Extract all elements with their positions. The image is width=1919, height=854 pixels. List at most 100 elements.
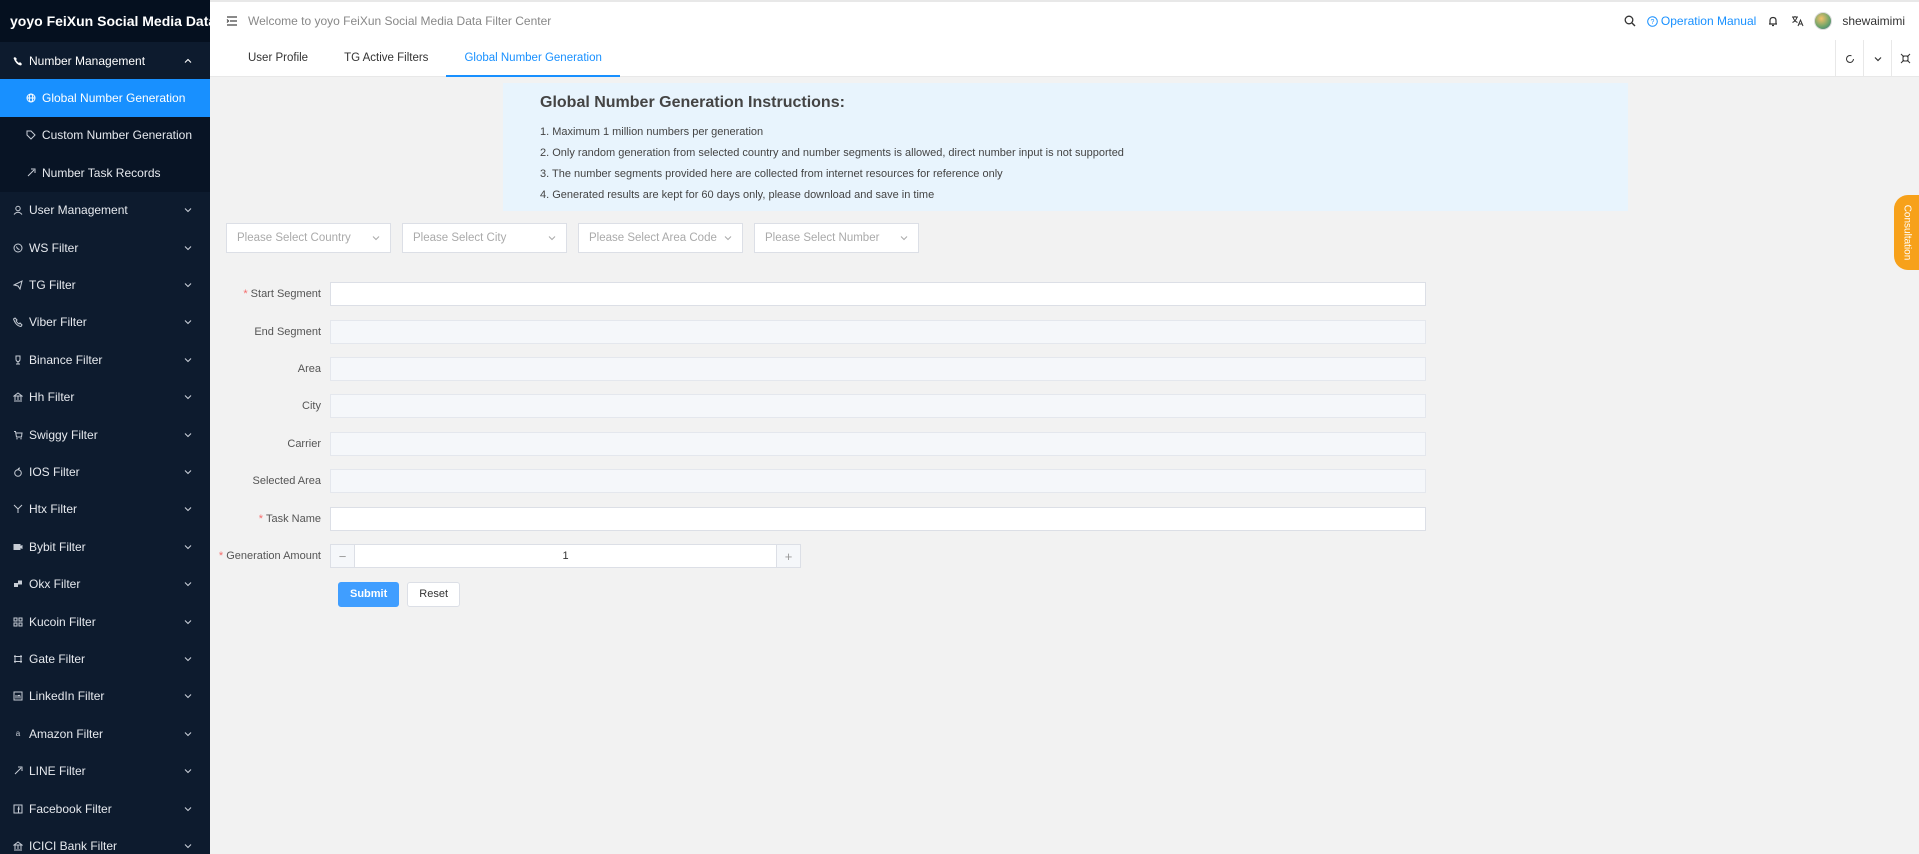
required-mark: *	[218, 550, 224, 562]
sidebar-item-icici-bank-filter[interactable]: ICICI Bank Filter	[0, 827, 210, 854]
task-name-label: * Task Name	[258, 513, 321, 525]
chevron-down-icon	[184, 580, 192, 588]
help-circle-icon: ?	[1647, 15, 1658, 27]
carrier-label: Carrier	[287, 438, 321, 450]
filter-selects: Please Select Country Please Select City…	[226, 223, 919, 253]
selected-area-label: Selected Area	[252, 475, 322, 487]
tab-actions	[1835, 40, 1919, 77]
sidebar-item-swiggy-filter[interactable]: Swiggy Filter	[0, 416, 210, 453]
sidebar-item-tg-filter[interactable]: TG Filter	[0, 266, 210, 303]
start-segment-label: * Start Segment	[243, 288, 321, 300]
sidebar-item-gate-filter[interactable]: Gate Filter	[0, 640, 210, 677]
decrement-button[interactable]: −	[331, 545, 355, 567]
viber-icon	[12, 316, 24, 328]
sidebar-item-label: Amazon Filter	[29, 726, 104, 741]
sidebar-item-ws-filter[interactable]: WS Filter	[0, 229, 210, 266]
fullscreen-icon[interactable]	[1891, 40, 1919, 77]
start-segment-input[interactable]	[330, 282, 1426, 306]
form-row-generation-amount: * Generation Amount − 1 +	[210, 544, 1435, 568]
facebook-icon	[12, 803, 24, 815]
increment-button[interactable]: +	[776, 545, 800, 567]
area-code-select-placeholder: Please Select Area Code	[589, 232, 717, 244]
username[interactable]: shewaimimi	[1842, 14, 1905, 28]
svg-text:a: a	[16, 729, 21, 738]
sidebar-item-label: Hh Filter	[29, 390, 75, 405]
chevron-down-icon	[548, 234, 556, 242]
sidebar-item-htx-filter[interactable]: Htx Filter	[0, 491, 210, 528]
sidebar-item-number-task-records[interactable]: Number Task Records	[0, 154, 210, 191]
chevron-up-icon	[184, 57, 192, 65]
area-code-select[interactable]: Please Select Area Code	[578, 223, 743, 253]
sidebar-item-kucoin-filter[interactable]: Kucoin Filter	[0, 603, 210, 640]
phone-icon	[12, 55, 24, 67]
sidebar-item-label: LINE Filter	[29, 764, 86, 779]
submit-button[interactable]: Submit	[338, 581, 400, 607]
tab-tg-active-filters[interactable]: TG Active Filters	[326, 40, 446, 77]
chevron-down-icon	[184, 805, 192, 813]
consultation-tab[interactable]: Consultation	[1894, 195, 1919, 270]
bank-icon	[12, 391, 24, 403]
grid-icon	[12, 578, 24, 590]
bell-icon[interactable]	[1766, 14, 1780, 28]
translate-icon[interactable]	[1790, 14, 1804, 28]
refresh-icon[interactable]	[1835, 40, 1863, 77]
form-row-end-segment: End Segment	[210, 320, 1435, 344]
line-icon	[12, 765, 24, 777]
sidebar-item-custom-number-generation[interactable]: Custom Number Generation	[0, 117, 210, 154]
tag-icon	[25, 129, 37, 141]
sidebar-item-label: Bybit Filter	[29, 539, 86, 554]
number-select-placeholder: Please Select Number	[765, 232, 880, 244]
sidebar-item-user-management[interactable]: User Management	[0, 192, 210, 229]
generation-amount-value[interactable]: 1	[355, 545, 776, 567]
chevron-down-icon	[724, 234, 732, 242]
chevron-down-icon	[184, 318, 192, 326]
task-name-input[interactable]	[330, 507, 1426, 531]
menu-toggle-icon[interactable]	[226, 15, 238, 27]
avatar[interactable]	[1814, 12, 1833, 30]
sidebar-item-linkedin-filter[interactable]: LinkedIn Filter	[0, 678, 210, 715]
chevron-down-icon[interactable]	[1863, 40, 1891, 77]
apps-icon	[12, 616, 24, 628]
chevron-down-icon	[184, 730, 192, 738]
sidebar-item-okx-filter[interactable]: Okx Filter	[0, 565, 210, 602]
top-header: Welcome to yoyo FeiXun Social Media Data…	[210, 0, 1919, 40]
sidebar-item-viber-filter[interactable]: Viber Filter	[0, 304, 210, 341]
form-row-task-name: * Task Name	[210, 507, 1435, 531]
chevron-down-icon	[372, 234, 380, 242]
sidebar-group-number-management[interactable]: Number Management	[0, 42, 210, 79]
globe-icon	[25, 92, 37, 104]
sidebar-item-label: Facebook Filter	[29, 801, 112, 816]
form-row-carrier: Carrier	[210, 432, 1435, 456]
sidebar-item-binance-filter[interactable]: Binance Filter	[0, 341, 210, 378]
tab-user-profile[interactable]: User Profile	[230, 40, 326, 77]
city-select[interactable]: Please Select City	[402, 223, 567, 253]
sidebar-item-label: Kucoin Filter	[29, 614, 96, 629]
number-select[interactable]: Please Select Number	[754, 223, 919, 253]
chevron-down-icon	[184, 393, 192, 401]
sidebar-item-label: Custom Number Generation	[41, 128, 192, 143]
sidebar-item-ios-filter[interactable]: IOS Filter	[0, 453, 210, 490]
search-icon[interactable]	[1623, 14, 1637, 28]
consultation-label: Consultation	[1901, 204, 1912, 261]
sidebar-item-bybit-filter[interactable]: Bybit Filter	[0, 528, 210, 565]
sidebar-item-hh-filter[interactable]: Hh Filter	[0, 379, 210, 416]
instructions-panel: Global Number Generation Instructions: 1…	[503, 83, 1628, 211]
chevron-down-icon	[184, 356, 192, 364]
camera-icon	[12, 541, 24, 553]
end-segment-input	[330, 320, 1426, 344]
operation-manual-label: Operation Manual	[1660, 14, 1757, 28]
whatsapp-icon	[12, 242, 24, 254]
chevron-down-icon	[184, 543, 192, 551]
sidebar-item-amazon-filter[interactable]: a Amazon Filter	[0, 715, 210, 752]
sidebar-item-line-filter[interactable]: LINE Filter	[0, 752, 210, 789]
user-icon	[12, 204, 24, 216]
chevron-down-icon	[184, 842, 192, 850]
reset-button[interactable]: Reset	[407, 581, 461, 607]
tab-global-number-generation[interactable]: Global Number Generation	[446, 40, 621, 77]
city-select-placeholder: Please Select City	[413, 232, 507, 244]
operation-manual-link[interactable]: ? Operation Manual	[1647, 14, 1756, 28]
sidebar-item-label: Gate Filter	[29, 651, 86, 666]
country-select[interactable]: Please Select Country	[226, 223, 391, 253]
sidebar-item-global-number-generation[interactable]: Global Number Generation	[0, 79, 210, 117]
sidebar-item-facebook-filter[interactable]: Facebook Filter	[0, 790, 210, 827]
